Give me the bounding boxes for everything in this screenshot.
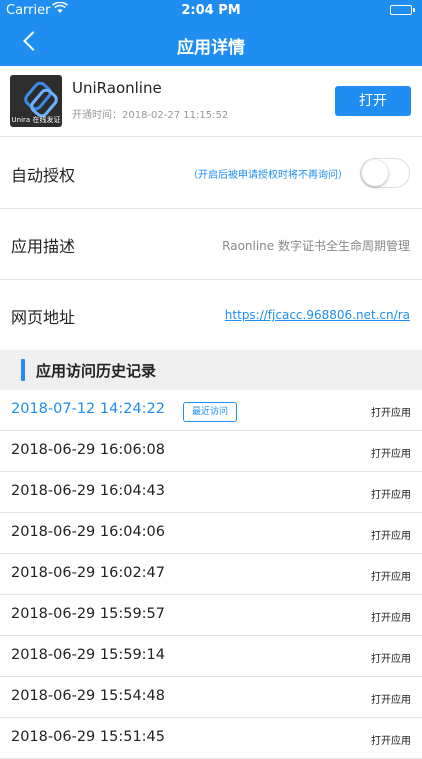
history-list: 2018-07-12 14:24:22 最近访问 打开应用 2018-06-29 16… [0,390,422,759]
open-app-link[interactable]: 打开应用 [371,691,411,706]
open-app-link[interactable]: 打开应用 [371,568,411,583]
status-time: 2:04 PM [181,3,241,18]
history-timestamp: 2018-06-29 16:04:06 [11,524,165,540]
battery-icon [390,5,415,15]
section-accent-bar [21,359,25,381]
history-row: 2018-06-29 15:51:45 打开应用 [0,718,422,759]
history-row: 2018-07-12 14:24:22 最近访问 打开应用 [0,390,422,431]
recent-visit-badge: 最近访问 [183,402,238,422]
history-row: 2018-06-29 15:59:14 打开应用 [0,636,422,677]
open-app-link[interactable]: 打开应用 [371,486,411,501]
history-section-header: 应用访问历史记录 [0,350,422,390]
open-app-link[interactable]: 打开应用 [371,609,411,624]
history-section-title: 应用访问历史记录 [36,362,157,380]
history-timestamp: 2018-07-12 14:24:22 [11,401,165,417]
app-logo: Unira 在线发证 [10,75,62,127]
history-row: 2018-06-29 16:04:43 打开应用 [0,472,422,513]
auto-auth-hint: （开启后被申请授权时将不再询问） [188,170,348,181]
app-header: Unira 在线发证 UniRaonline 开通时间：2018-02-27 1… [0,66,422,137]
logo-caption: Unira 在线发证 [11,116,61,124]
url-row: 网页地址 https://fjcacc.968806.net.cn/ra [0,279,422,351]
open-app-link[interactable]: 打开应用 [371,527,411,542]
history-timestamp: 2018-06-29 15:59:57 [11,606,165,622]
description-label: 应用描述 [11,237,76,256]
description-row: 应用描述 Raonline 数字证书全生命周期管理 [0,208,422,280]
history-timestamp: 2018-06-29 16:06:08 [11,442,165,458]
open-app-button[interactable]: 打开 [335,86,411,116]
history-timestamp: 2018-06-29 16:02:47 [11,565,165,581]
auto-auth-toggle[interactable] [360,158,410,188]
history-timestamp: 2018-06-29 15:54:48 [11,688,165,704]
open-app-link[interactable]: 打开应用 [371,404,411,419]
page-title: 应用详情 [177,38,245,58]
toggle-knob [362,160,388,186]
history-timestamp: 2018-06-29 15:51:45 [11,729,165,745]
app-name: UniRaonline [72,79,162,97]
history-row: 2018-06-29 16:04:06 打开应用 [0,513,422,554]
url-label: 网页地址 [11,308,76,327]
history-row: 2018-06-29 15:54:48 打开应用 [0,677,422,718]
url-link[interactable]: https://fjcacc.968806.net.cn/ra [225,308,410,322]
open-app-link[interactable]: 打开应用 [371,732,411,747]
history-row: 2018-06-29 16:02:47 打开应用 [0,554,422,595]
auto-auth-label: 自动授权 [11,166,76,185]
history-row: 2018-06-29 16:06:08 打开应用 [0,431,422,472]
open-app-link[interactable]: 打开应用 [371,445,411,460]
history-timestamp: 2018-06-29 15:59:14 [11,647,165,663]
history-row: 2018-06-29 15:59:57 打开应用 [0,595,422,636]
nav-bar: 应用详情 [0,22,422,66]
open-app-link[interactable]: 打开应用 [371,650,411,665]
app-opened-time: 开通时间：2018-02-27 11:15:52 [72,110,229,121]
status-bar: Carrier 2:04 PM [0,0,422,22]
auto-auth-row: 自动授权 （开启后被申请授权时将不再询问） [0,137,422,209]
description-value: Raonline 数字证书全生命周期管理 [222,239,410,253]
history-timestamp: 2018-06-29 16:04:43 [11,483,165,499]
